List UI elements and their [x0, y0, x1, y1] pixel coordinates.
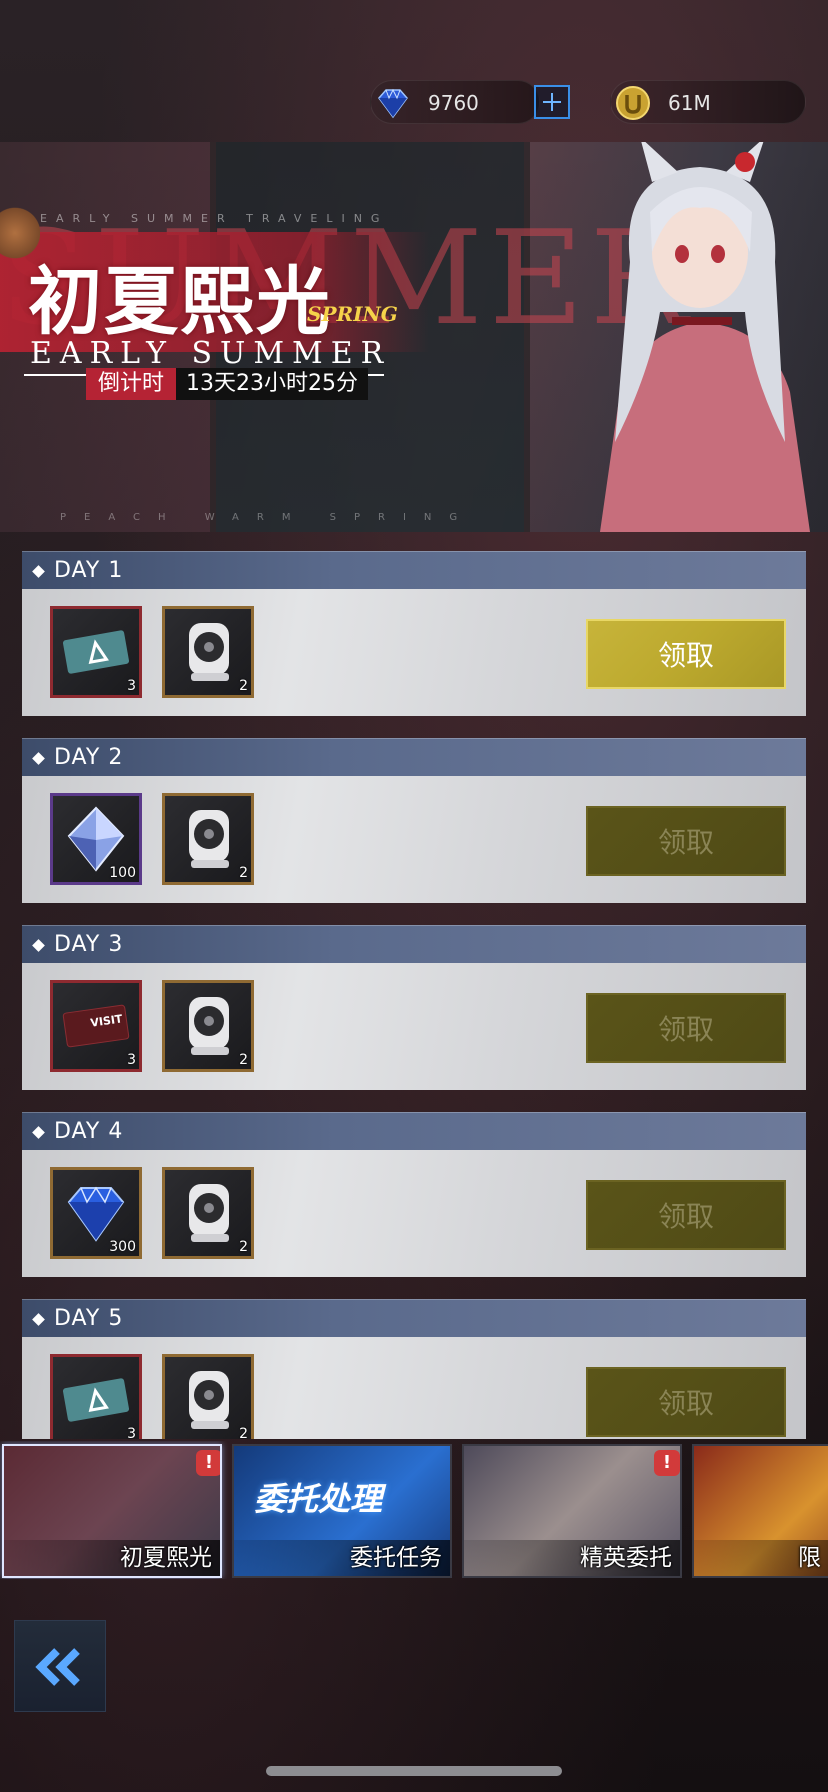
reward-item-ticket[interactable]: 3: [50, 1354, 142, 1439]
tab-label: 委托任务: [350, 1545, 442, 1571]
banner-tagline: EARLY SUMMER TRAVELING: [40, 212, 389, 225]
fan-device-icon: [189, 623, 229, 681]
fan-device-icon: [189, 1371, 229, 1429]
day-header: DAY 1: [22, 551, 806, 589]
reward-item-crystal[interactable]: 100: [50, 793, 142, 885]
tab-overlay-title: 委托处理: [254, 1480, 383, 1518]
day-label: DAY 2: [54, 745, 124, 770]
tab-limited[interactable]: 限: [692, 1444, 828, 1578]
diamond-bullet-icon: [32, 1313, 45, 1326]
fan-device-icon: [189, 1184, 229, 1242]
countdown-value: 13天23小时25分: [176, 368, 368, 400]
reward-item-gem[interactable]: 300: [50, 1167, 142, 1259]
day-card-2: DAY 2 100 2 领取: [22, 738, 806, 903]
claim-button[interactable]: 领取: [586, 993, 786, 1063]
item-count: 2: [239, 678, 248, 694]
day-card-3: DAY 3 VISIT 3 2 领取: [22, 925, 806, 1090]
gem-icon: [67, 1186, 125, 1242]
event-tab-strip[interactable]: 初夏熙光 ! 委托处理 委托任务 精英委托 ! 限: [0, 1441, 828, 1579]
coin-count: 61M: [668, 91, 711, 115]
banner-title: 初夏熙光: [28, 259, 332, 345]
day-body: 3 2 领取: [22, 589, 806, 716]
day-label: DAY 3: [54, 932, 124, 957]
item-count: 300: [109, 1239, 136, 1255]
reward-item-fan[interactable]: 2: [162, 606, 254, 698]
item-count: 100: [109, 865, 136, 881]
item-count: 3: [127, 1052, 136, 1068]
day-header: DAY 5: [22, 1299, 806, 1337]
day-body: VISIT 3 2 领取: [22, 963, 806, 1090]
day-body: 3 2 领取: [22, 1337, 806, 1439]
double-chevron-left-icon: [35, 1648, 80, 1686]
day-header: DAY 2: [22, 738, 806, 776]
claim-button[interactable]: 领取: [586, 806, 786, 876]
item-count: 2: [239, 1239, 248, 1255]
day-body: 100 2 领取: [22, 776, 806, 903]
reward-item-fan[interactable]: 2: [162, 1354, 254, 1439]
reward-item-visit-card[interactable]: VISIT 3: [50, 980, 142, 1072]
day-label: DAY 5: [54, 1306, 124, 1331]
reward-item-fan[interactable]: 2: [162, 793, 254, 885]
tab-label: 初夏熙光: [120, 1545, 212, 1571]
alert-badge-icon: !: [654, 1450, 680, 1476]
gem-counter: 9760: [370, 80, 540, 124]
day-header: DAY 4: [22, 1112, 806, 1150]
diamond-bullet-icon: [32, 565, 45, 578]
day-card-4: DAY 4 300 2 领取: [22, 1112, 806, 1277]
tab-early-summer[interactable]: 初夏熙光 !: [2, 1444, 222, 1578]
item-count: 2: [239, 1426, 248, 1439]
tab-label: 限: [798, 1545, 821, 1571]
item-count: 2: [239, 865, 248, 881]
add-gems-button[interactable]: [534, 85, 570, 119]
day-label: DAY 1: [54, 558, 124, 583]
visit-card-icon: VISIT: [62, 1004, 130, 1048]
item-count: 3: [127, 678, 136, 694]
home-indicator[interactable]: [266, 1766, 562, 1776]
gem-count: 9760: [428, 91, 479, 115]
crystal-icon: [67, 806, 125, 872]
coin-counter: 61M: [610, 80, 806, 124]
ticket-icon: [62, 1378, 130, 1422]
banner-subtitle: EARLY SUMMER: [30, 336, 392, 371]
reward-item-ticket[interactable]: 3: [50, 606, 142, 698]
countdown: 倒计时 13天23小时25分: [86, 368, 368, 400]
countdown-label: 倒计时: [86, 368, 177, 400]
item-count: 3: [127, 1426, 136, 1439]
diamond-bullet-icon: [32, 939, 45, 952]
day-body: 300 2 领取: [22, 1150, 806, 1277]
day-label: DAY 4: [54, 1119, 124, 1144]
diamond-bullet-icon: [32, 1126, 45, 1139]
reward-item-fan[interactable]: 2: [162, 1167, 254, 1259]
gem-icon: [378, 88, 408, 119]
daily-reward-list[interactable]: DAY 1 3 2 领取 DAY 2 100 2 领取 DAY 3 VISIT …: [22, 551, 806, 1439]
claim-button[interactable]: 领取: [586, 619, 786, 689]
reward-item-fan[interactable]: 2: [162, 980, 254, 1072]
item-count: 2: [239, 1052, 248, 1068]
claim-button[interactable]: 领取: [586, 1180, 786, 1250]
banner-spring-tag: SPRING: [307, 302, 398, 326]
fan-device-icon: [189, 997, 229, 1055]
tab-delegate-task[interactable]: 委托处理 委托任务: [232, 1444, 452, 1578]
banner-footer-text: PEACH WARM SPRING: [60, 512, 476, 523]
alert-badge-icon: !: [196, 1450, 220, 1476]
coin-icon: [616, 86, 650, 120]
ticket-icon: [62, 630, 130, 674]
fan-device-icon: [189, 810, 229, 868]
tab-label: 精英委托: [580, 1545, 672, 1571]
currency-bar: 9760 61M: [370, 80, 806, 124]
day-card-1: DAY 1 3 2 领取: [22, 551, 806, 716]
diamond-bullet-icon: [32, 752, 45, 765]
day-header: DAY 3: [22, 925, 806, 963]
day-card-5: DAY 5 3 2 领取: [22, 1299, 806, 1439]
claim-button[interactable]: 领取: [586, 1367, 786, 1437]
event-banner: SUMMER EARLY SUMMER TRAVELING 初夏熙光 SPRIN…: [0, 142, 828, 532]
tab-elite-delegate[interactable]: 精英委托 !: [462, 1444, 682, 1578]
character-illustration: [600, 142, 810, 532]
back-button[interactable]: [14, 1620, 106, 1712]
